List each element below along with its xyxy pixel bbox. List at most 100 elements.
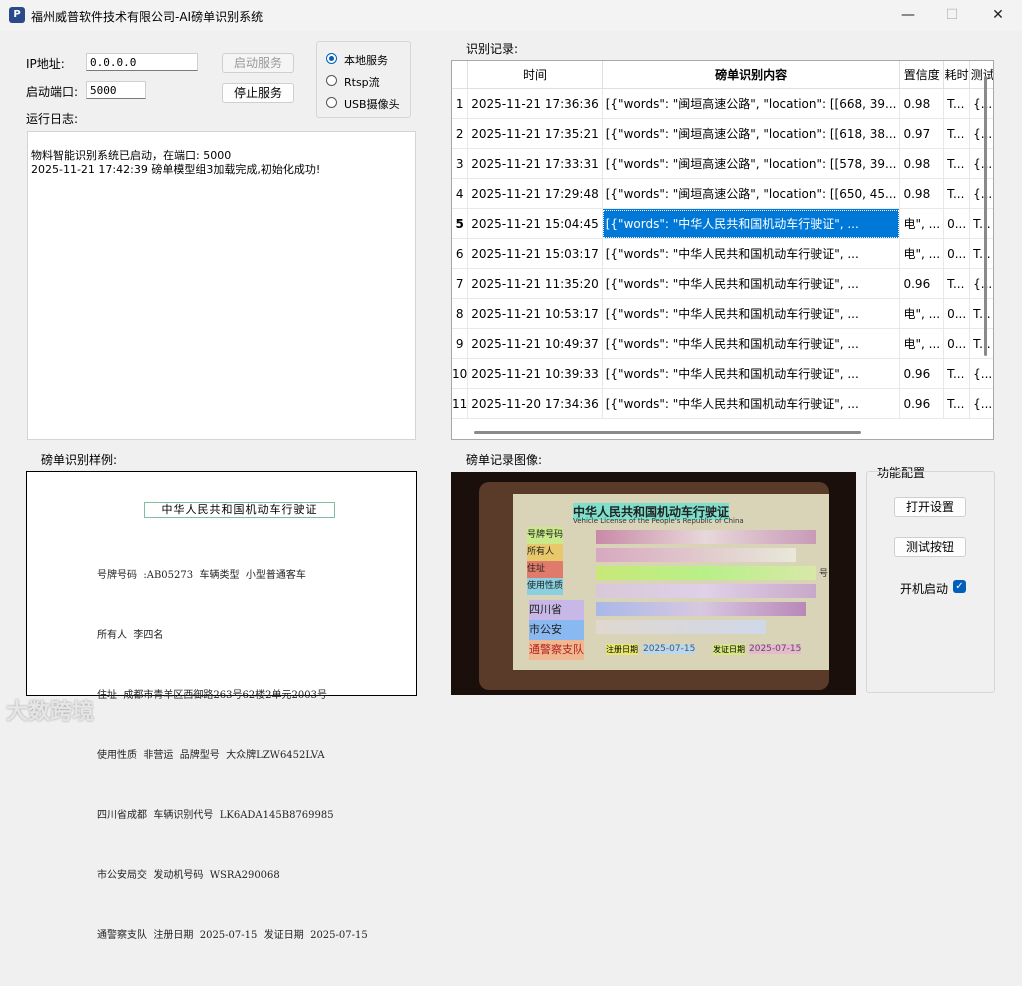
card-subtitle: Vehicle License of the People's Republic… [573, 517, 744, 525]
cell-test[interactable]: {... [969, 358, 993, 389]
minimize-button[interactable]: — [885, 0, 931, 31]
records-table[interactable]: 时间 磅单识别内容 置信度 耗时 测试 1 2025-11-21 17:36:36… [451, 60, 994, 440]
start-service-button[interactable]: 启动服务 [222, 53, 294, 73]
corner-header [452, 61, 469, 89]
row-number[interactable]: 5 [452, 208, 469, 239]
cell-content[interactable]: [{"words": "中华人民共和国机动车行驶证", ... [602, 388, 901, 419]
cell-content[interactable]: [{"words": "中华人民共和国机动车行驶证", ... [602, 298, 901, 329]
table-row[interactable]: 3 2025-11-21 17:33:31 [{"words": "闽垣高速公路",… [452, 148, 993, 179]
cell-test[interactable]: {... [969, 388, 993, 419]
cell-confidence[interactable]: 电", ... [899, 298, 945, 329]
cell-content[interactable]: [{"words": "中华人民共和国机动车行驶证", ... [602, 328, 901, 359]
cell-duration[interactable]: T... [943, 178, 971, 209]
cell-time[interactable]: 2025-11-21 17:36:36 [467, 88, 603, 119]
cell-duration[interactable]: 0... [943, 328, 971, 359]
autostart-checkbox[interactable]: ✓ [953, 580, 966, 593]
table-row[interactable]: 8 2025-11-21 10:53:17 [{"words": "中华人民共和国机… [452, 298, 993, 329]
column-header-confidence[interactable]: 置信度 [899, 61, 945, 89]
table-row[interactable]: 9 2025-11-21 10:49:37 [{"words": "中华人民共和国机… [452, 328, 993, 359]
cell-time[interactable]: 2025-11-20 17:34:36 [467, 388, 603, 419]
table-row[interactable]: 4 2025-11-21 17:29:48 [{"words": "闽垣高速公路",… [452, 178, 993, 209]
cell-duration[interactable]: 0... [943, 208, 971, 239]
row-number[interactable]: 7 [452, 268, 469, 299]
cell-test[interactable]: {... [969, 88, 993, 119]
cell-confidence[interactable]: 电", ... [899, 208, 945, 239]
radio-indicator [326, 75, 337, 86]
cell-content[interactable]: [{"words": "中华人民共和国机动车行驶证", ... [602, 268, 901, 299]
cell-duration[interactable]: 0... [943, 238, 971, 269]
cell-duration[interactable]: T... [943, 118, 971, 149]
column-header-test[interactable]: 测试 [969, 61, 993, 89]
stop-service-button[interactable]: 停止服务 [222, 83, 294, 103]
cell-confidence[interactable]: 0.97 [899, 118, 945, 149]
row-number[interactable]: 8 [452, 298, 469, 329]
cell-test[interactable]: T... [969, 208, 993, 239]
cell-duration[interactable]: T... [943, 148, 971, 179]
cell-test[interactable]: T... [969, 238, 993, 269]
cell-content[interactable]: [{"words": "闽垣高速公路", "location": [[578, … [602, 148, 901, 179]
cell-test[interactable]: {... [969, 178, 993, 209]
cell-duration[interactable]: T... [943, 388, 971, 419]
row-number[interactable]: 1 [452, 88, 469, 119]
table-row[interactable]: 2 2025-11-21 17:35:21 [{"words": "闽垣高速公路",… [452, 118, 993, 149]
cell-confidence[interactable]: 电", ... [899, 328, 945, 359]
table-row[interactable]: 5 2025-11-21 15:04:45 [{"words": "中华人民共和国机… [452, 208, 993, 239]
cell-time[interactable]: 2025-11-21 15:04:45 [467, 208, 603, 239]
sample-title: 中华人民共和国机动车行驶证 [144, 502, 335, 518]
table-row[interactable]: 7 2025-11-21 11:35:20 [{"words": "中华人民共和国机… [452, 268, 993, 299]
row-number[interactable]: 10 [452, 358, 469, 389]
cell-time[interactable]: 2025-11-21 11:35:20 [467, 268, 603, 299]
cell-confidence[interactable]: 0.96 [899, 268, 945, 299]
vertical-scrollbar[interactable] [984, 76, 987, 356]
cell-time[interactable]: 2025-11-21 10:49:37 [467, 328, 603, 359]
cell-content[interactable]: [{"words": "闽垣高速公路", "location": [[618, … [602, 118, 901, 149]
cell-time[interactable]: 2025-11-21 17:35:21 [467, 118, 603, 149]
cell-confidence[interactable]: 0.98 [899, 178, 945, 209]
card-field-label: 号牌号码 [527, 527, 564, 544]
cell-confidence[interactable]: 0.98 [899, 148, 945, 179]
cell-content[interactable]: [{"words": "中华人民共和国机动车行驶证", ... [602, 358, 901, 389]
cell-duration[interactable]: T... [943, 268, 971, 299]
cell-time[interactable]: 2025-11-21 17:33:31 [467, 148, 603, 179]
cell-confidence[interactable]: 0.98 [899, 88, 945, 119]
cell-test[interactable]: T... [969, 328, 993, 359]
port-input[interactable]: 5000 [86, 81, 146, 99]
cell-test[interactable]: T... [969, 298, 993, 329]
column-header-content[interactable]: 磅单识别内容 [602, 61, 901, 89]
cell-time[interactable]: 2025-11-21 10:39:33 [467, 358, 603, 389]
cell-content[interactable]: [{"words": "中华人民共和国机动车行驶证", ... [602, 208, 901, 239]
cell-test[interactable]: {... [969, 268, 993, 299]
cell-confidence[interactable]: 0.96 [899, 358, 945, 389]
row-number[interactable]: 4 [452, 178, 469, 209]
horizontal-scrollbar[interactable] [474, 431, 861, 434]
cell-duration[interactable]: T... [943, 358, 971, 389]
cell-duration[interactable]: 0... [943, 298, 971, 329]
table-row[interactable]: 10 2025-11-21 10:39:33 [{"words": "中华人民共和国… [452, 358, 993, 389]
cell-time[interactable]: 2025-11-21 17:29:48 [467, 178, 603, 209]
row-number[interactable]: 2 [452, 118, 469, 149]
log-output[interactable]: 物料智能识别系统已启动，在端口: 5000 2025-11-21 17:42:3… [27, 131, 416, 440]
table-row[interactable]: 11 2025-11-20 17:34:36 [{"words": "中华人民共和国… [452, 388, 993, 419]
row-number[interactable]: 11 [452, 388, 469, 419]
cell-test[interactable]: {... [969, 118, 993, 149]
table-row[interactable]: 1 2025-11-21 17:36:36 [{"words": "闽垣高速公路",… [452, 88, 993, 119]
test-button[interactable]: 测试按钮 [894, 537, 966, 557]
ip-input[interactable]: 0.0.0.0 [86, 53, 198, 71]
row-number[interactable]: 3 [452, 148, 469, 179]
cell-content[interactable]: [{"words": "闽垣高速公路", "location": [[650, … [602, 178, 901, 209]
cell-confidence[interactable]: 0.96 [899, 388, 945, 419]
cell-content[interactable]: [{"words": "闽垣高速公路", "location": [[668, … [602, 88, 901, 119]
open-settings-button[interactable]: 打开设置 [894, 497, 966, 517]
close-button[interactable]: ✕ [975, 0, 1021, 31]
row-number[interactable]: 6 [452, 238, 469, 269]
cell-test[interactable]: {... [969, 148, 993, 179]
table-row[interactable]: 6 2025-11-21 15:03:17 [{"words": "中华人民共和国机… [452, 238, 993, 269]
row-number[interactable]: 9 [452, 328, 469, 359]
cell-confidence[interactable]: 电", ... [899, 238, 945, 269]
column-header-time[interactable]: 时间 [467, 61, 603, 89]
cell-time[interactable]: 2025-11-21 15:03:17 [467, 238, 603, 269]
cell-duration[interactable]: T... [943, 88, 971, 119]
column-header-duration[interactable]: 耗时 [943, 61, 971, 89]
cell-content[interactable]: [{"words": "中华人民共和国机动车行驶证", ... [602, 238, 901, 269]
cell-time[interactable]: 2025-11-21 10:53:17 [467, 298, 603, 329]
